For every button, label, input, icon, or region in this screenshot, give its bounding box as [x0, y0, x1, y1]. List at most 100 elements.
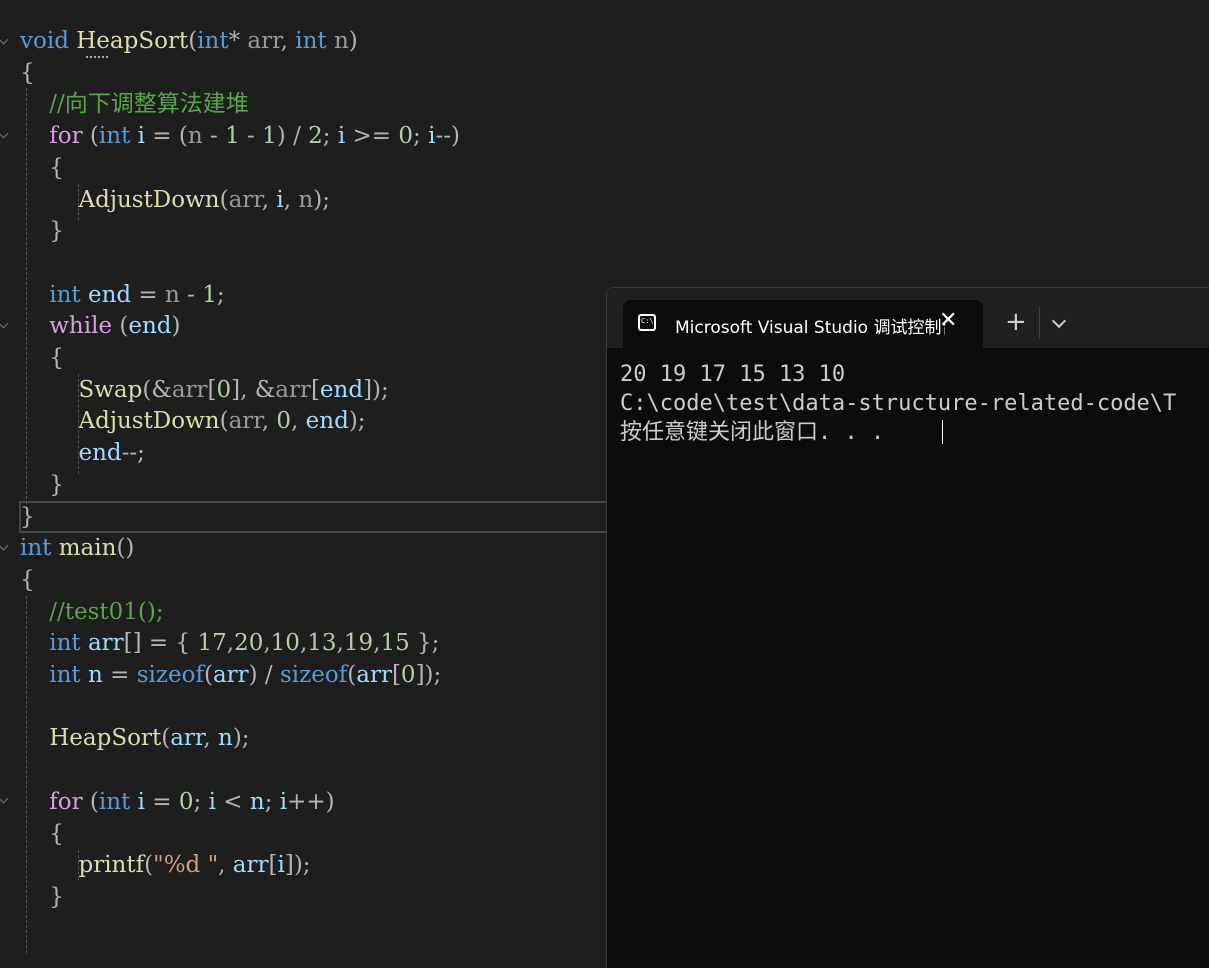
code-token: int: [98, 788, 138, 815]
code-line: int main(): [20, 532, 134, 564]
code-token: (: [161, 725, 171, 752]
code-token: i: [277, 852, 285, 879]
new-tab-button[interactable]: +: [1005, 309, 1027, 335]
code-token: -: [239, 123, 263, 150]
code-token: );: [232, 725, 250, 752]
code-token: end: [20, 440, 122, 467]
console-icon: C:\: [638, 314, 656, 331]
code-line: while (end): [20, 310, 181, 342]
fold-chevron-icon[interactable]: [0, 793, 9, 804]
code-token: n: [87, 662, 103, 688]
code-token: *: [228, 28, 248, 54]
fold-chevron-icon[interactable]: [0, 128, 9, 139]
code-token: //test01();: [20, 598, 164, 625]
code-token: "%d ": [153, 852, 219, 879]
code-token: (: [89, 788, 99, 815]
code-token: int: [20, 535, 59, 562]
code-token: arr: [171, 376, 208, 403]
code-token: 0: [400, 662, 416, 688]
code-token: (: [144, 852, 154, 879]
indent-guide: [26, 596, 27, 953]
fold-chevron-icon[interactable]: [0, 540, 9, 551]
code-token: [] = {: [123, 630, 198, 657]
code-token: (&: [142, 376, 172, 403]
code-token: [: [310, 376, 320, 403]
code-token: -: [179, 281, 203, 308]
code-token: ;: [322, 123, 338, 150]
indent-guide: [26, 88, 27, 504]
chevron-down-icon[interactable]: [1051, 313, 1067, 329]
code-token: int: [20, 281, 88, 308]
code-token: arr: [87, 630, 124, 657]
code-token: ], &: [231, 376, 276, 403]
code-token: {: [20, 566, 35, 593]
code-line: HeapSort(arr, n);: [20, 722, 250, 754]
code-token: ,: [263, 630, 271, 657]
code-token: 0: [216, 376, 232, 403]
code-token: ,: [280, 28, 296, 54]
code-line: end--;: [20, 437, 145, 469]
code-token: 1: [262, 123, 277, 150]
code-line: AdjustDown(arr, 0, end);: [20, 405, 366, 437]
indent-guide: [78, 850, 79, 880]
code-token: ;: [264, 788, 280, 815]
code-line: Swap(&arr[0], &arr[end]);: [20, 374, 389, 406]
code-token: (: [219, 408, 229, 435]
code-token: =: [145, 788, 179, 815]
code-token: (: [219, 186, 229, 213]
terminal-window[interactable]: C:\ Microsoft Visual Studio 调试控制台 ✕ + 20…: [606, 287, 1209, 968]
code-token: while: [20, 313, 120, 340]
code-token: ): [348, 28, 358, 54]
intellisense-hint: [86, 53, 108, 58]
code-token: ,: [203, 725, 218, 752]
close-icon[interactable]: ✕: [939, 309, 957, 333]
code-token: n: [249, 788, 265, 815]
code-token: ]);: [415, 662, 442, 688]
code-token: 0: [276, 408, 292, 435]
code-line: {: [20, 564, 35, 596]
code-token: n: [333, 28, 349, 54]
code-token: end: [319, 376, 364, 403]
code-token: 10: [270, 630, 300, 657]
terminal-tab-bar: C:\ Microsoft Visual Studio 调试控制台 ✕ +: [607, 288, 1209, 348]
code-token: --;: [121, 440, 145, 467]
code-token: 13: [307, 630, 337, 657]
code-token: 1: [202, 281, 217, 308]
code-token: int: [295, 28, 334, 54]
fold-chevron-icon[interactable]: [0, 318, 9, 329]
code-token: arr: [356, 662, 392, 688]
indent-guide: [78, 374, 79, 474]
text-cursor: [942, 420, 943, 444]
code-token: ]);: [284, 852, 311, 879]
code-token: ,: [261, 186, 277, 213]
code-token: i: [137, 123, 145, 150]
code-token: Swap: [20, 376, 143, 403]
code-token: );: [313, 186, 330, 213]
code-token: );: [348, 408, 366, 435]
code-token: arr: [212, 662, 249, 688]
code-token: =: [102, 662, 137, 688]
code-token: ): [171, 313, 181, 340]
code-token: main: [58, 535, 117, 562]
code-token: printf: [20, 852, 145, 879]
indent-guide: [78, 184, 79, 220]
code-token: arr: [170, 725, 204, 752]
code-token: (): [116, 535, 135, 562]
code-token: ,: [291, 408, 306, 435]
code-token: HeapSort: [20, 725, 162, 752]
code-token: int: [197, 28, 229, 54]
code-token: 0: [178, 788, 194, 815]
code-token: = (: [145, 123, 188, 150]
code-token: i: [137, 788, 145, 815]
code-token: (: [203, 662, 213, 688]
code-token: ]);: [363, 376, 389, 403]
code-token: ;: [413, 123, 429, 150]
code-token: int: [20, 630, 88, 657]
code-token: ;: [193, 788, 209, 815]
fold-chevron-icon[interactable]: [0, 34, 9, 45]
code-token: i: [276, 186, 284, 213]
code-token: arr: [247, 28, 281, 54]
terminal-tab[interactable]: C:\ Microsoft Visual Studio 调试控制台 ✕: [623, 300, 983, 348]
code-line: //向下调整算法建堆: [20, 88, 249, 120]
code-token: //向下调整算法建堆: [20, 91, 249, 118]
